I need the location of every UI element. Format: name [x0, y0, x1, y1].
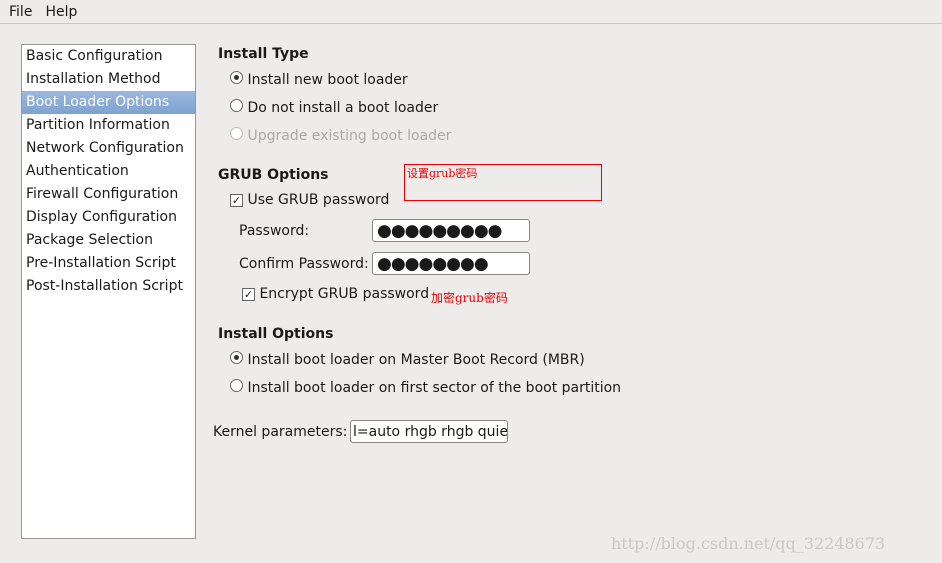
radio-icon[interactable] [230, 99, 243, 112]
sidebar-item-network[interactable]: Network Configuration [22, 137, 195, 160]
radio-do-not-install[interactable]: Do not install a boot loader [230, 99, 438, 116]
radio-icon[interactable] [230, 71, 243, 84]
menu-bar: File Help [0, 0, 942, 24]
password-label: Password: [239, 223, 310, 239]
radio-icon[interactable] [230, 379, 243, 392]
password-input[interactable]: ●●●●●●●●● [372, 219, 530, 242]
sidebar-item-pre-script[interactable]: Pre-Installation Script [22, 252, 195, 275]
sidebar-item-authentication[interactable]: Authentication [22, 160, 195, 183]
checkbox-encrypt[interactable]: ✓ Encrypt GRUB password [242, 286, 429, 302]
radio-icon[interactable] [230, 351, 243, 364]
checkbox-label: Use GRUB password [247, 192, 390, 208]
grub-options-heading: GRUB Options [218, 167, 329, 183]
radio-label: Do not install a boot loader [247, 100, 439, 116]
radio-label: Upgrade existing boot loader [247, 128, 452, 144]
radio-upgrade: Upgrade existing boot loader [230, 127, 451, 144]
sidebar-item-packages[interactable]: Package Selection [22, 229, 195, 252]
checkbox-icon[interactable]: ✓ [242, 288, 255, 301]
sidebar-item-basic[interactable]: Basic Configuration [22, 45, 195, 68]
checkbox-icon[interactable]: ✓ [230, 194, 243, 207]
annotation-encrypt: 加密grub密码 [431, 291, 508, 305]
sidebar-item-boot-loader[interactable]: Boot Loader Options [22, 91, 195, 114]
install-options-heading: Install Options [218, 326, 334, 342]
radio-boot-partition[interactable]: Install boot loader on first sector of t… [230, 379, 621, 396]
checkbox-label: Encrypt GRUB password [259, 286, 430, 302]
sidebar-item-partition[interactable]: Partition Information [22, 114, 195, 137]
radio-label: Install boot loader on Master Boot Recor… [247, 352, 585, 368]
radio-mbr[interactable]: Install boot loader on Master Boot Recor… [230, 351, 585, 368]
radio-label: Install new boot loader [247, 72, 408, 88]
section-list: Basic Configuration Installation Method … [21, 44, 196, 539]
sidebar-item-firewall[interactable]: Firewall Configuration [22, 183, 195, 206]
sidebar-item-installation-method[interactable]: Installation Method [22, 68, 195, 91]
confirm-password-label: Confirm Password: [239, 256, 369, 272]
kernel-parameters-input[interactable]: l=auto rhgb rhgb quiet [350, 420, 508, 443]
watermark: http://blog.csdn.net/qq_32248673 [611, 534, 886, 553]
radio-install-new[interactable]: Install new boot loader [230, 71, 408, 88]
annotation-box: 设置grub密码 [404, 164, 602, 201]
confirm-password-input[interactable]: ●●●●●●●● [372, 252, 530, 275]
menu-file[interactable]: File [9, 4, 32, 20]
kernel-parameters-label: Kernel parameters: [213, 424, 348, 440]
menu-help[interactable]: Help [45, 4, 77, 20]
checkbox-use-grub-password[interactable]: ✓ Use GRUB password [230, 192, 389, 208]
install-type-heading: Install Type [218, 46, 309, 62]
sidebar-item-post-script[interactable]: Post-Installation Script [22, 275, 195, 298]
radio-label: Install boot loader on first sector of t… [247, 380, 622, 396]
sidebar-item-display[interactable]: Display Configuration [22, 206, 195, 229]
annotation-set-password: 设置grub密码 [407, 167, 478, 180]
radio-icon [230, 127, 243, 140]
